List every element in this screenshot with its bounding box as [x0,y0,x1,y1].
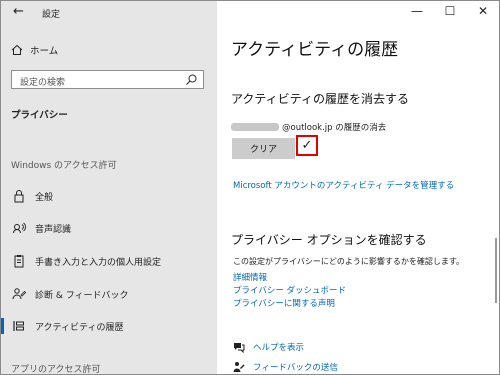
sidebar: ← 設定 ホーム 設定の検索 プライバシー Windows のアクセス許可 全般… [1,1,217,374]
lock-icon [14,190,24,203]
sidebar-item-label: 全般 [35,193,54,203]
account-clear-label: @outlook.jp の履歴の消去 [231,121,386,133]
manage-activity-data-link[interactable]: Microsoft アカウントのアクティビティ データを管理する [233,179,454,191]
search-placeholder: 設定の検索 [20,78,66,88]
privacy-description: この設定がプライバシーにどのように影響するかを確認します。 [233,257,465,266]
sidebar-item-activity-history[interactable]: アクティビティの履歴 [1,315,217,337]
main-content: — ☐ ✕ アクティビティの履歴 アクティビティの履歴を消去する @outloo… [217,1,499,374]
sidebar-item-speech[interactable]: 音声認識 [1,217,217,239]
minimize-button[interactable]: — [405,4,429,18]
clear-button-label: クリア [249,145,277,155]
clear-history-heading: アクティビティの履歴を消去する [231,92,409,106]
sidebar-item-inking-typing[interactable]: 手書き入力と入力の個人用設定 [1,250,217,272]
search-input[interactable]: 設定の検索 [11,70,204,89]
privacy-dashboard-link[interactable]: プライバシー ダッシュボード [233,284,346,296]
home-label: ホーム [30,46,59,57]
back-arrow-icon[interactable]: ← [13,4,24,19]
sidebar-item-label: 手書き入力と入力の個人用設定 [35,258,162,268]
feedback-icon [233,362,245,372]
clear-button[interactable]: クリア [232,138,295,159]
sidebar-item-general[interactable]: 全般 [1,185,217,207]
feedback-link[interactable]: フィードバックの送信 [253,361,338,373]
section-windows-permissions-heading: Windows のアクセス許可 [11,161,117,171]
learn-more-link[interactable]: 詳細情報 [233,271,267,283]
selected-indicator [1,318,4,334]
home-nav-item[interactable]: ホーム [11,43,58,57]
timeline-icon [13,321,24,331]
sidebar-item-diagnostics-feedback[interactable]: 診断 & フィードバック [1,283,217,305]
redacted-email [231,123,279,131]
sidebar-item-label: アクティビティの履歴 [35,323,124,333]
clear-success-highlight: ✓ [296,135,318,156]
scrollbar[interactable] [495,238,497,303]
window-title: 設定 [42,10,61,20]
feedback-person-icon [12,288,26,300]
checkmark-icon: ✓ [301,138,313,153]
help-chat-icon [234,343,245,353]
help-link[interactable]: ヘルプを表示 [253,341,304,353]
maximize-button[interactable]: ☐ [438,4,462,18]
close-button[interactable]: ✕ [471,4,495,18]
section-app-permissions-heading: アプリのアクセス許可 [11,365,101,375]
privacy-statement-link[interactable]: プライバシーに関する声明 [233,297,335,309]
privacy-options-heading: プライバシー オプションを確認する [231,233,427,247]
sidebar-item-label: 音声認識 [35,225,72,235]
settings-window: ← 設定 ホーム 設定の検索 プライバシー Windows のアクセス許可 全般… [0,0,500,375]
home-icon [11,44,23,55]
search-icon[interactable] [185,73,198,86]
feedback-link-row[interactable]: フィードバックの送信 [233,361,338,373]
page-title: アクティビティの履歴 [231,40,399,60]
help-link-row[interactable]: ヘルプを表示 [233,341,304,353]
sidebar-item-label: 診断 & フィードバック [35,291,129,301]
clipboard-icon [14,255,24,268]
account-suffix: @outlook.jp の履歴の消去 [282,123,387,133]
section-privacy-heading: プライバシー [11,110,68,121]
speech-icon [13,222,26,234]
